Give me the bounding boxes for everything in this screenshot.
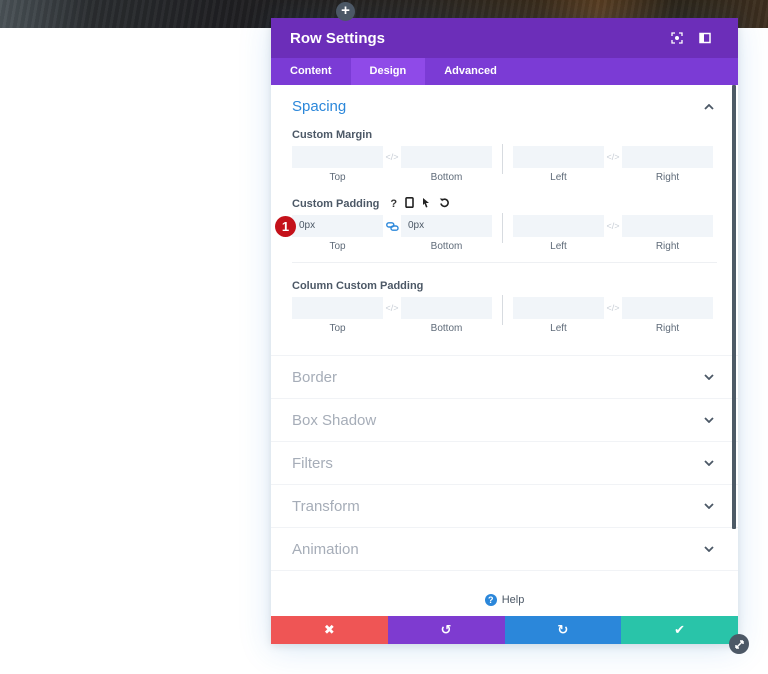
section-spacing-header[interactable]: Spacing	[292, 85, 717, 128]
tab-design[interactable]: Design	[350, 58, 426, 85]
section-spacing: Spacing Custom Margin Top </> Bottom Lef…	[271, 85, 738, 356]
close-icon: ✖	[323, 622, 335, 637]
column-padding-top-input[interactable]	[292, 297, 383, 319]
sub-label: Left	[550, 241, 567, 252]
section-title: Filters	[292, 454, 333, 472]
sub-label: Right	[655, 172, 680, 183]
chevron-down-icon[interactable]	[701, 412, 717, 428]
margin-bottom-input[interactable]	[401, 146, 492, 168]
link-icon[interactable]: </>	[383, 146, 401, 168]
chevron-down-icon[interactable]	[701, 498, 717, 514]
section-title: Transform	[292, 497, 360, 515]
margin-top-input[interactable]	[292, 146, 383, 168]
section-title: Animation	[292, 540, 359, 558]
hover-icon[interactable]	[422, 197, 431, 211]
modal-footer: ✖ ↺ ↻ ✔	[271, 616, 738, 644]
tab-bar: Content Design Advanced	[271, 58, 738, 85]
add-row-button[interactable]: +	[336, 2, 355, 21]
sub-label: Bottom	[430, 241, 463, 252]
linked-icon[interactable]	[383, 215, 401, 237]
custom-margin-field: Custom Margin Top </> Bottom Left </> Ri…	[292, 128, 717, 183]
reset-icon[interactable]	[439, 197, 450, 211]
padding-right-input[interactable]	[622, 215, 713, 237]
margin-left-input[interactable]	[513, 146, 604, 168]
section-title: Box Shadow	[292, 411, 377, 429]
chevron-down-icon[interactable]	[701, 455, 717, 471]
save-button[interactable]: ✔	[621, 616, 738, 644]
custom-padding-field: Custom Padding ? Top Bottom	[292, 197, 717, 263]
column-custom-padding-field: Column Custom Padding Top </> Bottom Lef…	[292, 279, 717, 355]
check-icon: ✔	[674, 622, 686, 637]
chevron-down-icon[interactable]	[701, 541, 717, 557]
field-label: Column Custom Padding	[292, 280, 424, 292]
sub-label: Right	[655, 323, 680, 334]
help-circle-icon: ?	[484, 594, 497, 606]
divider	[502, 295, 503, 325]
redo-button[interactable]: ↻	[504, 616, 622, 644]
section-transform[interactable]: Transform	[271, 485, 738, 528]
margin-right-input[interactable]	[622, 146, 713, 168]
section-animation[interactable]: Animation	[271, 528, 738, 571]
section-title: Border	[292, 368, 338, 386]
page: + Row Settings Content Design Advanced S…	[0, 0, 768, 674]
redo-icon: ↻	[557, 622, 569, 637]
sub-label: Bottom	[430, 172, 463, 183]
cancel-button[interactable]: ✖	[271, 616, 388, 644]
sidebar-toggle-icon[interactable]	[691, 24, 719, 52]
sub-label: Bottom	[430, 323, 463, 334]
help-icon[interactable]: ?	[390, 198, 397, 210]
undo-button[interactable]: ↺	[387, 616, 505, 644]
undo-icon: ↺	[440, 622, 452, 637]
divider	[502, 213, 503, 243]
padding-left-input[interactable]	[513, 215, 604, 237]
column-padding-right-input[interactable]	[622, 297, 713, 319]
section-box-shadow[interactable]: Box Shadow	[271, 399, 738, 442]
modal-header[interactable]: Row Settings	[271, 18, 738, 58]
column-padding-inputs: Top </> Bottom Left </> Right	[292, 295, 717, 334]
resize-icon	[734, 639, 744, 649]
column-padding-left-input[interactable]	[513, 297, 604, 319]
step-badge: 1	[275, 216, 296, 237]
plus-icon: +	[341, 2, 350, 19]
chevron-down-icon[interactable]	[701, 369, 717, 385]
help-link[interactable]: ? Help	[271, 594, 738, 606]
sub-label: Left	[550, 172, 567, 183]
tab-content[interactable]: Content	[271, 58, 351, 85]
link-icon[interactable]: </>	[383, 297, 401, 319]
sub-label: Left	[550, 323, 567, 334]
padding-bottom-input[interactable]	[401, 215, 492, 237]
divider	[502, 144, 503, 174]
section-title: Spacing	[292, 98, 347, 115]
padding-top-input[interactable]	[292, 215, 383, 237]
row-settings-modal: Row Settings Content Design Advanced Spa…	[271, 18, 738, 644]
link-icon[interactable]: </>	[604, 297, 622, 319]
section-border[interactable]: Border	[271, 356, 738, 399]
link-icon[interactable]: </>	[604, 215, 622, 237]
field-label: Custom Padding	[292, 198, 380, 210]
link-icon[interactable]: </>	[604, 146, 622, 168]
settings-body: Spacing Custom Margin Top </> Bottom Lef…	[271, 85, 738, 616]
sub-label: Top	[329, 172, 346, 183]
divider	[292, 262, 717, 263]
scrollbar[interactable]	[732, 85, 736, 529]
custom-margin-inputs: Top </> Bottom Left </> Right	[292, 144, 717, 183]
section-filters[interactable]: Filters	[271, 442, 738, 485]
responsive-icon[interactable]	[405, 197, 414, 211]
resize-handle[interactable]	[729, 634, 749, 654]
modal-title: Row Settings	[290, 29, 386, 47]
expand-icon[interactable]	[663, 24, 691, 52]
custom-padding-inputs: Top Bottom Left </> Right	[292, 213, 717, 252]
chevron-up-icon[interactable]	[701, 99, 717, 115]
tab-advanced[interactable]: Advanced	[425, 58, 516, 85]
sub-label: Top	[329, 323, 346, 334]
help-label: Help	[501, 594, 525, 606]
column-padding-bottom-input[interactable]	[401, 297, 492, 319]
sub-label: Top	[329, 241, 346, 252]
field-label: Custom Margin	[292, 129, 373, 141]
sub-label: Right	[655, 241, 680, 252]
